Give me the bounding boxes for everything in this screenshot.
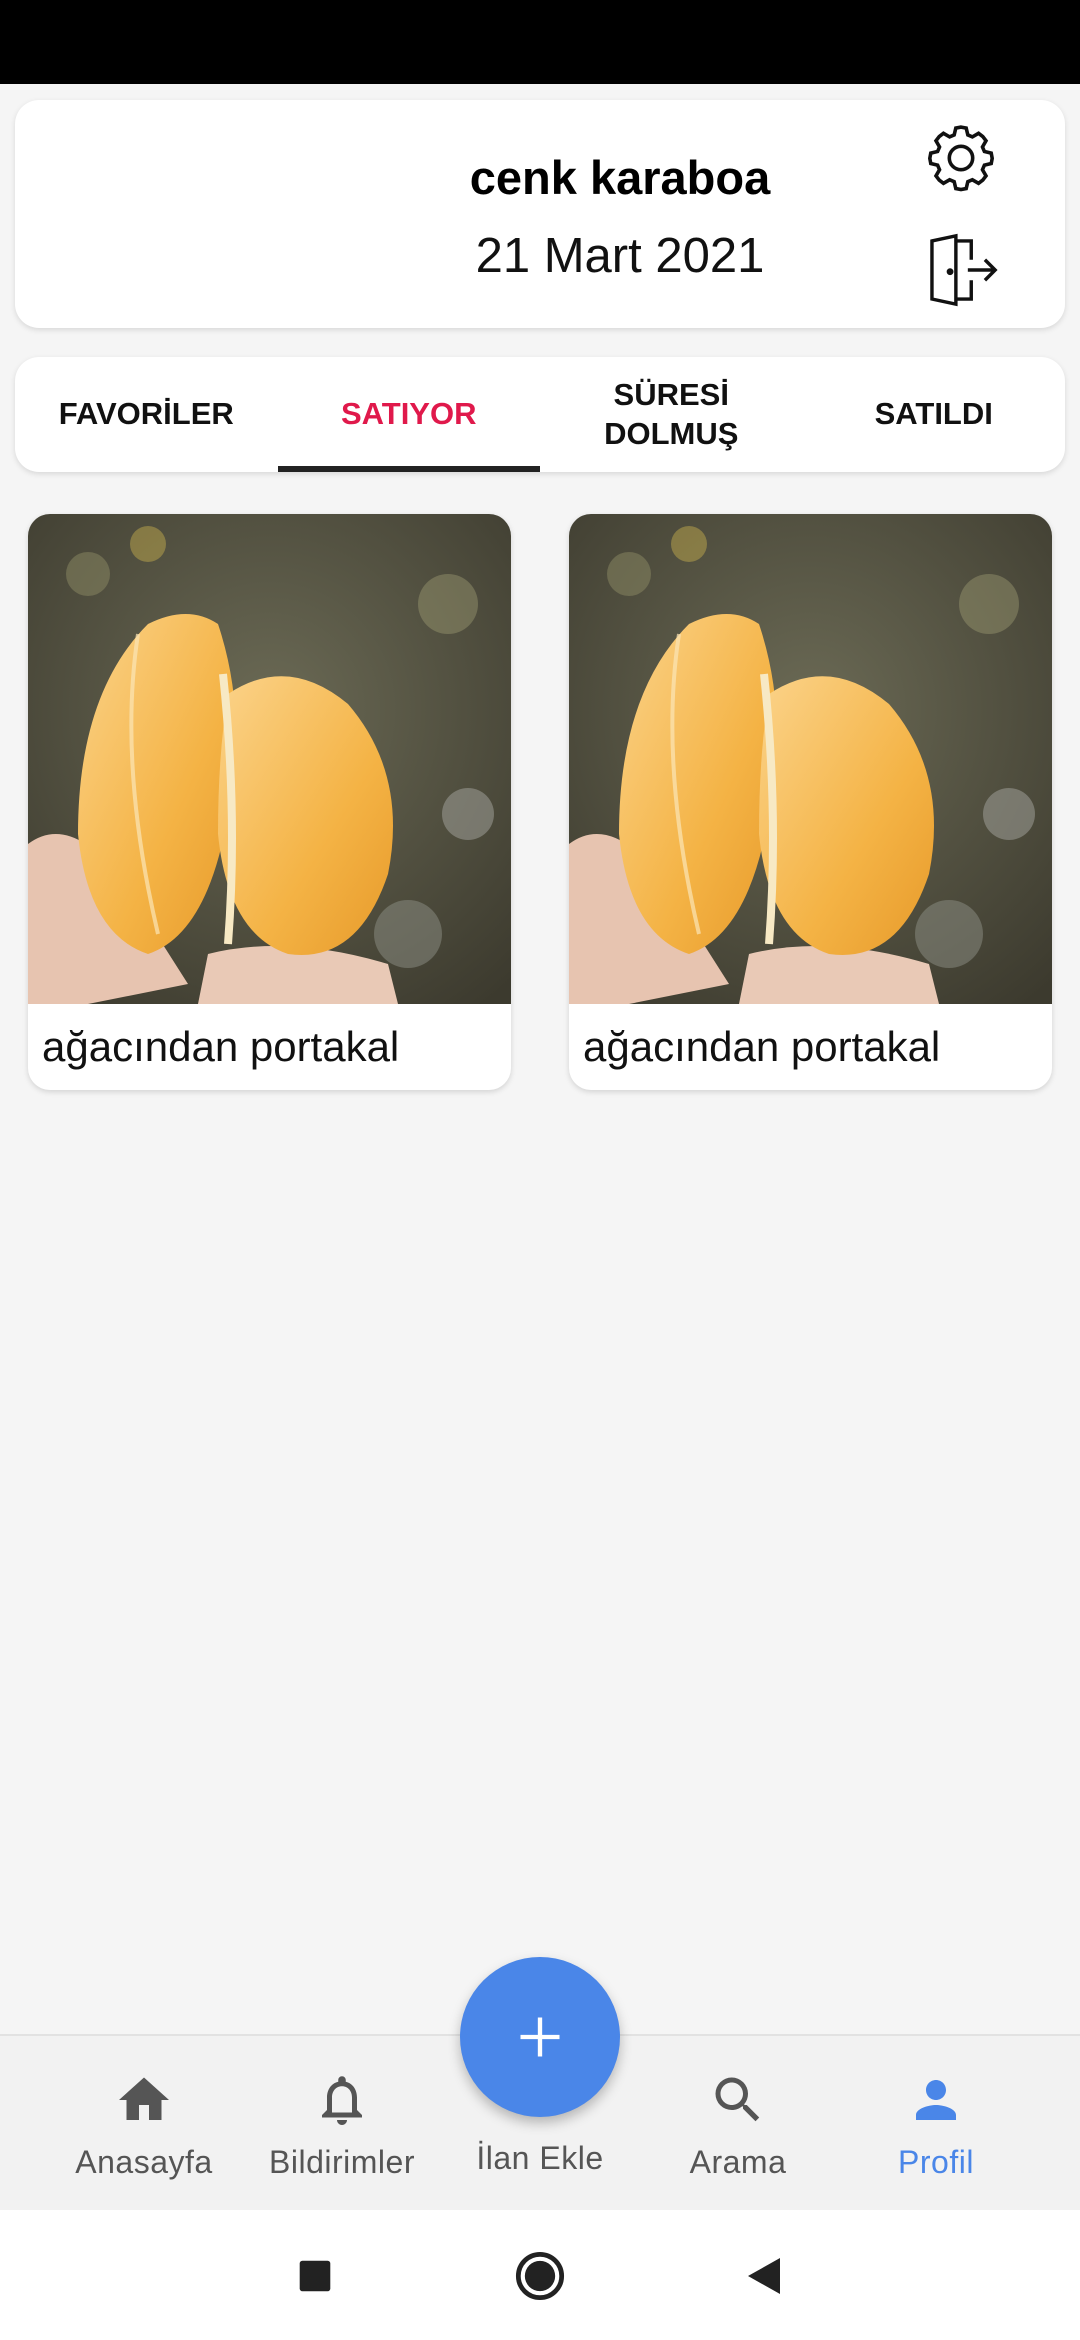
bell-icon [312,2070,372,2130]
circle-icon [515,2251,565,2301]
product-grid: ağacından portakal ağacından portakal [28,514,1052,1090]
product-card[interactable]: ağacından portakal [569,514,1052,1090]
tab-bar: FAVORİLER SATIYOR SÜRESİ DOLMUŞ SATILDI [15,357,1065,472]
product-image [569,514,1052,1004]
tab-sold[interactable]: SATILDI [803,357,1066,472]
plus-icon [520,2017,560,2057]
profile-date: 21 Mart 2021 [475,229,765,283]
nav-search[interactable]: Arama [638,2070,838,2181]
back-button[interactable] [734,2246,794,2306]
tab-selling[interactable]: SATIYOR [277,357,541,472]
gear-icon [927,125,995,192]
home-icon [114,2070,174,2130]
nav-profile[interactable]: Profil [836,2070,1036,2181]
back-triangle-icon [748,2258,780,2294]
search-icon [708,2070,768,2130]
nav-notifications-label: Bildirimler [269,2144,415,2180]
nav-home-label: Anasayfa [75,2144,213,2180]
home-button[interactable] [510,2246,570,2306]
add-listing-label: İlan Ekle [476,2140,604,2176]
door-exit-icon [930,233,998,307]
system-navigation-bar [0,2210,1080,2340]
add-listing-button[interactable] [460,1957,620,2117]
nav-home[interactable]: Anasayfa [44,2070,244,2181]
tab-expired[interactable]: SÜRESİ DOLMUŞ [540,357,803,472]
product-card[interactable]: ağacından portakal [28,514,511,1090]
product-title: ağacından portakal [583,1023,941,1070]
logout-button[interactable] [917,226,1005,314]
profile-name: cenk karaboa [469,151,771,204]
nav-notifications[interactable]: Bildirimler [242,2070,442,2181]
recents-button[interactable] [285,2246,345,2306]
nav-search-label: Arama [689,2144,787,2180]
product-image [28,514,511,1004]
square-icon [299,2260,331,2292]
settings-button[interactable] [917,114,1005,202]
product-title: ağacından portakal [42,1023,400,1070]
status-bar [0,0,1080,84]
profile-card: cenk karaboa 21 Mart 2021 [15,100,1065,328]
nav-profile-label: Profil [898,2144,974,2180]
tab-favorites[interactable]: FAVORİLER [15,357,278,472]
person-icon [906,2070,966,2130]
